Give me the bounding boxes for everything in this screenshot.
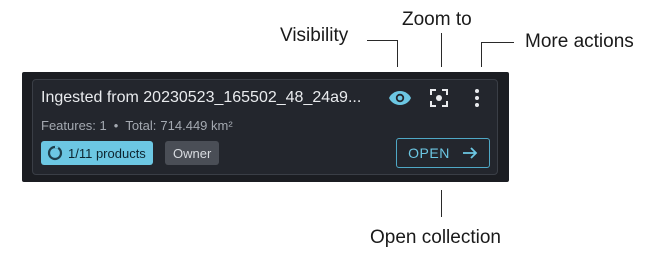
leader-more-v xyxy=(481,42,482,67)
open-collection-button[interactable]: OPEN xyxy=(396,138,490,168)
total-area: 714.449 km² xyxy=(160,118,233,133)
open-button-label: OPEN xyxy=(408,145,450,161)
visibility-button[interactable] xyxy=(386,84,414,112)
callout-more-actions: More actions xyxy=(525,31,634,52)
arrow-right-icon xyxy=(462,147,478,159)
leader-more-h xyxy=(481,42,514,43)
focus-icon xyxy=(430,89,448,107)
owner-badge-label: Owner xyxy=(173,145,212,161)
separator-dot: • xyxy=(113,118,119,133)
products-badge-label: 1/11 products xyxy=(68,145,146,161)
collection-title: Ingested from 20230523_165502_48_24a9... xyxy=(41,89,362,106)
leader-visibility-v xyxy=(397,40,398,67)
progress-ring-icon xyxy=(47,145,63,161)
total-label: Total: xyxy=(125,118,157,133)
products-badge[interactable]: 1/11 products xyxy=(41,141,153,165)
annotated-screenshot: Visibility Zoom to More actions Open col… xyxy=(0,0,657,257)
collection-card[interactable]: Ingested from 20230523_165502_48_24a9... xyxy=(32,79,498,175)
kebab-menu-icon xyxy=(475,89,479,107)
callout-open-collection: Open collection xyxy=(370,227,501,248)
leader-zoom xyxy=(441,33,442,67)
more-actions-button[interactable] xyxy=(463,84,491,112)
leader-open xyxy=(441,190,442,217)
eye-icon xyxy=(389,91,411,105)
owner-badge: Owner xyxy=(165,141,220,165)
leader-visibility-h xyxy=(367,40,398,41)
collection-meta: Features: 1 • Total: 714.449 km² xyxy=(41,118,233,134)
callout-zoom-to: Zoom to xyxy=(402,9,472,30)
zoom-to-button[interactable] xyxy=(425,84,453,112)
callout-visibility: Visibility xyxy=(280,25,349,46)
features-count: Features: 1 xyxy=(41,118,107,133)
